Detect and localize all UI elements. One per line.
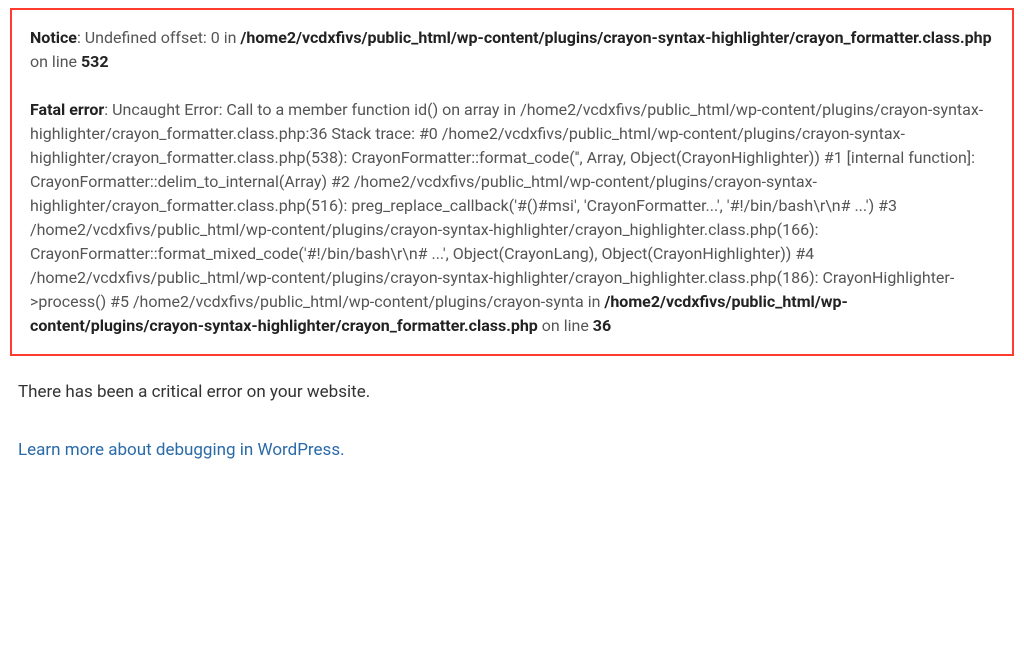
fatal-line: 36 — [593, 316, 611, 335]
notice-line: 532 — [81, 52, 109, 71]
fatal-online: on line — [538, 316, 593, 335]
fatal-message: : Uncaught Error: Call to a member funct… — [30, 100, 983, 311]
notice-error-block: Notice: Undefined offset: 0 in /home2/vc… — [30, 26, 994, 74]
notice-online: on line — [30, 52, 81, 71]
notice-path: /home2/vcdxfivs/public_html/wp-content/p… — [240, 28, 991, 47]
notice-label: Notice — [30, 28, 77, 47]
debug-link[interactable]: Learn more about debugging in WordPress. — [10, 440, 345, 460]
notice-message: : Undefined offset: 0 in — [77, 28, 240, 47]
fatal-error-block: Fatal error: Uncaught Error: Call to a m… — [30, 98, 994, 338]
php-error-box: Notice: Undefined offset: 0 in /home2/vc… — [10, 8, 1014, 356]
fatal-label: Fatal error — [30, 100, 104, 119]
critical-error-message: There has been a critical error on your … — [10, 380, 1014, 406]
